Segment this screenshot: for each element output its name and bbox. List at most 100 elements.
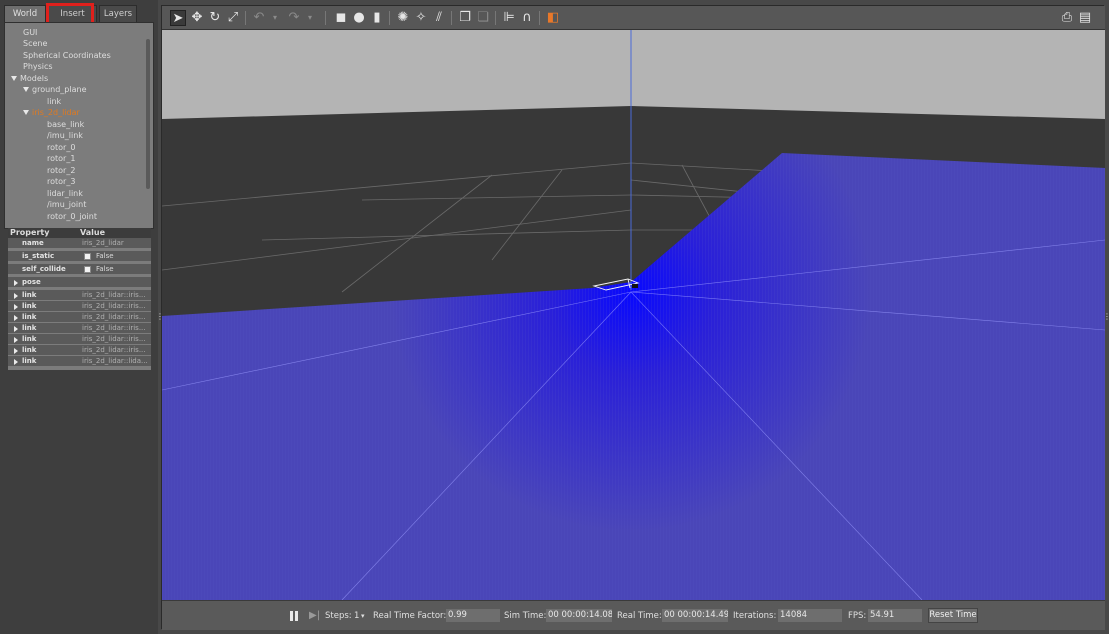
prop-row-link[interactable]: link iris_2d_lidar::iris... bbox=[8, 301, 151, 312]
translate-icon[interactable]: ✥ bbox=[189, 10, 205, 26]
tree-item-child[interactable]: /imu_link bbox=[47, 130, 83, 141]
spot-light-icon[interactable]: ✧ bbox=[413, 10, 429, 26]
prop-row-name[interactable]: name iris_2d_lidar bbox=[8, 238, 151, 249]
panel-tabs: World Insert Layers bbox=[4, 5, 158, 22]
tree-item-child[interactable]: base_link bbox=[47, 119, 84, 130]
tree-scrollbar[interactable] bbox=[146, 39, 150, 189]
prop-row-link[interactable]: link iris_2d_lidar::lida... bbox=[8, 356, 151, 367]
prop-key: link bbox=[22, 346, 37, 354]
prop-row-link[interactable]: link iris_2d_lidar::iris... bbox=[8, 312, 151, 323]
expand-arrow-icon[interactable] bbox=[14, 359, 18, 365]
prop-row-self-collide[interactable]: self_collide False bbox=[8, 264, 151, 275]
is-static-checkbox[interactable] bbox=[84, 253, 91, 260]
panel-splitter-handle[interactable]: ⋮ bbox=[156, 312, 164, 322]
tree-item-child[interactable]: rotor_0_joint bbox=[47, 211, 97, 222]
pause-icon[interactable] bbox=[288, 609, 300, 623]
prop-key: link bbox=[22, 335, 37, 343]
expand-arrow-icon[interactable] bbox=[14, 280, 18, 286]
sphere-icon[interactable]: ● bbox=[351, 10, 367, 26]
chevron-down-icon[interactable]: ▾ bbox=[361, 610, 365, 622]
toolbar-separator bbox=[389, 11, 390, 25]
tree-item-models[interactable]: Models bbox=[11, 73, 48, 84]
cylinder-icon[interactable]: ▮ bbox=[369, 10, 385, 26]
tab-layers[interactable]: Layers bbox=[99, 5, 137, 22]
chevron-down-icon[interactable]: ▾ bbox=[302, 10, 318, 26]
toolbar-separator bbox=[245, 11, 246, 25]
real-time-value: 00 00:00:14.499 bbox=[662, 609, 728, 622]
redo-icon[interactable]: ↷ bbox=[286, 10, 302, 26]
tree-item-child[interactable]: lidar_link bbox=[47, 188, 83, 199]
prop-value: iris_2d_lidar::iris... bbox=[82, 335, 146, 343]
expand-arrow-icon[interactable] bbox=[14, 326, 18, 332]
view-angle-icon[interactable]: ◧ bbox=[545, 10, 561, 26]
prop-value: iris_2d_lidar::iris... bbox=[82, 346, 146, 354]
expand-arrow-icon[interactable] bbox=[14, 304, 18, 310]
align-icon[interactable]: ⊫ bbox=[501, 10, 517, 26]
scale-icon[interactable]: ⤢ bbox=[225, 10, 241, 26]
property-table-header: Property Value bbox=[8, 228, 151, 238]
select-arrow-icon[interactable]: ➤ bbox=[170, 10, 186, 26]
world-tree: GUI Scene Spherical Coordinates Physics … bbox=[4, 22, 154, 229]
screenshot-icon[interactable]: ⎙ bbox=[1059, 10, 1075, 26]
expand-arrow-icon[interactable] bbox=[14, 293, 18, 299]
tab-world[interactable]: World bbox=[4, 5, 46, 22]
prop-row-link[interactable]: link iris_2d_lidar::iris... bbox=[8, 345, 151, 356]
right-splitter-handle[interactable]: ⋮ bbox=[1103, 312, 1109, 322]
chevron-down-icon[interactable]: ▾ bbox=[267, 10, 283, 26]
prop-row-link[interactable]: link iris_2d_lidar::iris... bbox=[8, 323, 151, 334]
prop-value: False bbox=[96, 252, 114, 260]
expand-arrow-icon[interactable] bbox=[23, 110, 29, 115]
prop-value[interactable]: iris_2d_lidar bbox=[82, 238, 124, 248]
left-panel: World Insert Layers GUI Scene Spherical … bbox=[0, 0, 164, 634]
tree-item-child[interactable]: rotor_2 bbox=[47, 165, 75, 176]
rotate-icon[interactable]: ↻ bbox=[207, 10, 223, 26]
toolbar-separator bbox=[325, 11, 326, 25]
prop-value: iris_2d_lidar::lida... bbox=[82, 357, 148, 365]
simulation-status-bar: ▶| Steps: 1 ▾ Real Time Factor: 0.99 Sim… bbox=[162, 600, 1105, 630]
toolbar: ➤ ✥ ↻ ⤢ ↶ ▾ ↷ ▾ ◼ ● ▮ ✺ ✧ ⫽ ❐ ❏ ⊫ ∩ ◧ ⎙ … bbox=[162, 6, 1105, 30]
log-icon[interactable]: ▤ bbox=[1077, 10, 1093, 26]
tree-item-label: ground_plane bbox=[32, 85, 87, 94]
prop-key: is_static bbox=[22, 252, 55, 260]
directional-light-icon[interactable]: ⫽ bbox=[431, 10, 447, 26]
expand-arrow-icon[interactable] bbox=[14, 337, 18, 343]
tree-item-child[interactable]: rotor_1 bbox=[47, 153, 75, 164]
tree-item-child[interactable]: rotor_3 bbox=[47, 176, 75, 187]
tree-item-child[interactable]: /imu_joint bbox=[47, 199, 86, 210]
prop-key: link bbox=[22, 357, 37, 365]
expand-arrow-icon[interactable] bbox=[14, 315, 18, 321]
tree-item-spherical-coordinates[interactable]: Spherical Coordinates bbox=[23, 50, 111, 61]
tab-insert[interactable]: Insert bbox=[48, 5, 97, 22]
sim-time-label: Sim Time: bbox=[504, 611, 547, 621]
paste-icon[interactable]: ❏ bbox=[475, 10, 491, 26]
box-icon[interactable]: ◼ bbox=[333, 10, 349, 26]
step-icon[interactable]: ▶| bbox=[309, 609, 321, 623]
prop-key: self_collide bbox=[22, 265, 66, 273]
expand-arrow-icon[interactable] bbox=[11, 76, 17, 81]
prop-row-link[interactable]: link iris_2d_lidar::iris... bbox=[8, 290, 151, 301]
tree-item-gui[interactable]: GUI bbox=[23, 27, 37, 38]
undo-icon[interactable]: ↶ bbox=[251, 10, 267, 26]
main-area: ➤ ✥ ↻ ⤢ ↶ ▾ ↷ ▾ ◼ ● ▮ ✺ ✧ ⫽ ❐ ❏ ⊫ ∩ ◧ ⎙ … bbox=[161, 5, 1105, 630]
copy-icon[interactable]: ❐ bbox=[457, 10, 473, 26]
expand-arrow-icon[interactable] bbox=[23, 87, 29, 92]
property-table: Property Value name iris_2d_lidar is_sta… bbox=[8, 228, 151, 370]
expand-arrow-icon[interactable] bbox=[14, 348, 18, 354]
tree-item-iris-model[interactable]: iris_2d_lidar bbox=[23, 107, 80, 118]
tree-item-child[interactable]: rotor_0 bbox=[47, 142, 75, 153]
steps-value[interactable]: 1 bbox=[354, 610, 359, 622]
prop-row-pose[interactable]: pose bbox=[8, 277, 151, 288]
prop-row-link[interactable]: link iris_2d_lidar::iris... bbox=[8, 334, 151, 345]
toolbar-separator bbox=[539, 11, 540, 25]
prop-row-is-static[interactable]: is_static False bbox=[8, 251, 151, 262]
reset-time-button[interactable]: Reset Time bbox=[928, 608, 978, 623]
tree-item-ground-link[interactable]: link bbox=[47, 96, 61, 107]
self-collide-checkbox[interactable] bbox=[84, 266, 91, 273]
prop-value: iris_2d_lidar::iris... bbox=[82, 291, 146, 299]
tree-item-physics[interactable]: Physics bbox=[23, 61, 53, 72]
tree-item-ground-plane[interactable]: ground_plane bbox=[23, 84, 87, 95]
3d-viewport[interactable] bbox=[162, 30, 1105, 600]
point-light-icon[interactable]: ✺ bbox=[395, 10, 411, 26]
tree-item-scene[interactable]: Scene bbox=[23, 38, 47, 49]
snap-icon[interactable]: ∩ bbox=[519, 10, 535, 26]
